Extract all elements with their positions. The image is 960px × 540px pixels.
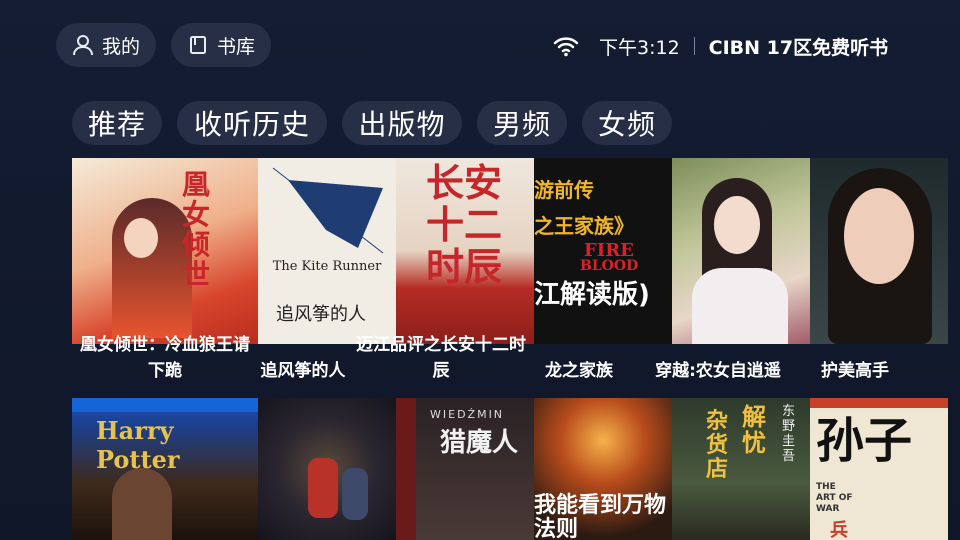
tab-female[interactable]: 女频 — [582, 101, 672, 145]
brand-title: CIBN 17区免费听书 — [708, 36, 889, 59]
cover-line-1: 游前传 — [534, 178, 594, 202]
book-cover[interactable]: 凰女倾世 — [72, 158, 258, 344]
book-cover[interactable]: Harry Potter — [72, 398, 258, 540]
cover-line-3: 东野圭吾 — [782, 404, 796, 464]
tab-label: 男频 — [492, 108, 551, 141]
kite-illustration — [272, 167, 384, 254]
user-icon — [70, 32, 96, 58]
tab-label: 推荐 — [87, 108, 146, 141]
cover-title: 凰女倾世 — [182, 168, 211, 291]
tab-label: 女频 — [597, 108, 656, 141]
book-cover[interactable] — [672, 158, 810, 344]
cover-title: Harry Potter — [96, 416, 180, 474]
book-cover[interactable]: The Kite Runner 追风筝的人 — [258, 158, 396, 344]
cover-line-2: 之王家族》 — [534, 214, 634, 238]
figure-dress — [692, 268, 788, 344]
book-title: 龙之家族 — [545, 361, 613, 381]
book-title: 穿越:农女自逍遥 — [655, 361, 781, 381]
figure — [342, 468, 368, 520]
tab-male[interactable]: 男频 — [477, 101, 567, 145]
book-cover[interactable] — [810, 158, 948, 344]
book-cover[interactable]: 我能看到万物法则 — [534, 398, 672, 540]
cover-band — [810, 398, 948, 408]
figure-face — [714, 196, 760, 254]
library-button[interactable]: 书库 — [171, 23, 271, 67]
cover-subtitle: THE ART OF WAR — [816, 482, 853, 514]
cover-title: 孙子 — [816, 413, 913, 469]
cover-line-4: BLOOD — [580, 258, 639, 274]
book-cover[interactable]: 孙子 THE ART OF WAR 兵 — [810, 398, 948, 540]
figure-face — [844, 188, 914, 284]
cover-line-1: 解忧 — [742, 403, 766, 457]
bluray-banner — [72, 398, 258, 412]
mine-label: 我的 — [102, 35, 141, 58]
cover-title: 长安十二时辰 — [426, 161, 503, 289]
status-bar: 下午3:12 CIBN 17区免费听书 — [553, 30, 888, 62]
tab-label: 收听历史 — [193, 108, 310, 141]
tab-history[interactable]: 收听历史 — [177, 101, 327, 145]
library-label: 书库 — [217, 35, 256, 58]
figure — [308, 458, 338, 518]
cover-line-5: 江解读版) — [534, 280, 650, 310]
cover-title-en: The Kite Runner — [272, 259, 382, 274]
cover-title: 追风筝的人 — [276, 304, 366, 325]
book-title: 护美高手 — [821, 361, 889, 381]
book-title: 迈江品评之长安十二时辰 — [356, 335, 526, 381]
book-spine — [396, 398, 416, 540]
clock: 下午3:12 — [599, 36, 680, 59]
book-cover[interactable]: 游前传 之王家族》 FIRE BLOOD 江解读版) — [534, 158, 672, 344]
mine-button[interactable]: 我的 — [56, 23, 156, 67]
figure-face — [124, 218, 158, 258]
book-cover[interactable] — [258, 398, 396, 540]
cover-title: 我能看到万物法则 — [534, 493, 667, 540]
figure — [112, 468, 172, 540]
book-title: 凰女倾世：冷血狼王请下跪 — [80, 335, 250, 381]
book-cover[interactable]: WIEDŹMIN 猎魔人 — [396, 398, 534, 540]
cover-title: 猎魔人 — [440, 428, 519, 458]
cover-line-2: 杂货店 — [706, 409, 729, 482]
status-divider — [693, 37, 695, 55]
tab-recommend[interactable]: 推荐 — [72, 101, 162, 145]
book-title: 追风筝的人 — [260, 361, 346, 381]
book-cover[interactable]: 长安十二时辰 — [396, 158, 534, 344]
tab-publications[interactable]: 出版物 — [342, 101, 462, 145]
tab-label: 出版物 — [358, 108, 446, 141]
cover-seal: 兵 — [830, 520, 848, 540]
figure — [112, 198, 192, 338]
wifi-icon — [553, 35, 579, 57]
book-icon — [185, 32, 211, 58]
book-cover[interactable]: 解忧 杂货店 东野圭吾 — [672, 398, 810, 540]
cover-title-en: WIEDŹMIN — [430, 408, 505, 421]
